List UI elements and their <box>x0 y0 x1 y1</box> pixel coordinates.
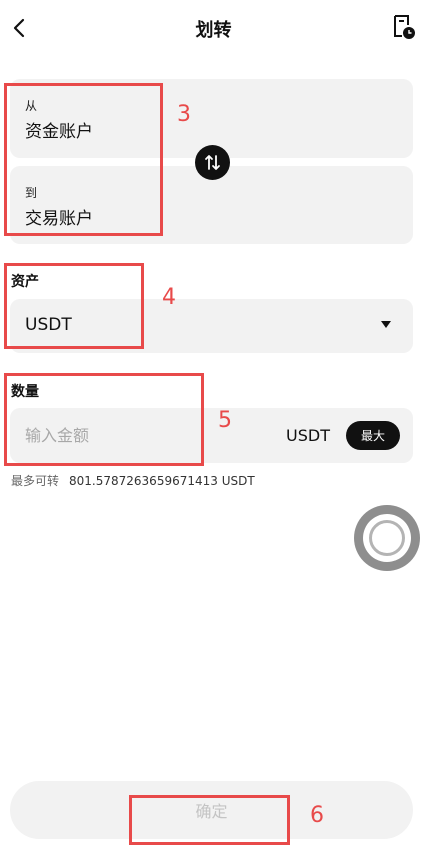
max-button[interactable]: 最大 <box>346 421 400 450</box>
annotation-number-5: 5 <box>218 408 232 433</box>
available-balance: 最多可转 801.5787263659671413 USDT <box>11 472 255 489</box>
floating-button-ring <box>363 514 411 562</box>
amount-unit: USDT <box>286 426 330 445</box>
top-bar: 划转 <box>0 0 427 56</box>
annotation-number-6: 6 <box>310 803 324 828</box>
document-clock-icon[interactable] <box>391 14 417 40</box>
available-label: 最多可转 <box>11 474 60 488</box>
floating-button-core <box>369 520 405 556</box>
swap-vertical-icon <box>205 155 220 170</box>
annotation-number-3: 3 <box>177 102 191 127</box>
swap-accounts-button[interactable] <box>195 145 230 180</box>
available-value: 801.5787263659671413 USDT <box>69 474 255 488</box>
annotation-box-asset <box>4 263 144 349</box>
page-title: 划转 <box>195 20 232 41</box>
floating-assistive-button[interactable] <box>354 505 420 571</box>
annotation-box-confirm <box>129 795 290 845</box>
annotation-box-from-to <box>4 83 163 236</box>
annotation-box-amount <box>4 373 204 466</box>
annotation-number-4: 4 <box>162 285 176 310</box>
caret-down-icon <box>381 321 391 328</box>
